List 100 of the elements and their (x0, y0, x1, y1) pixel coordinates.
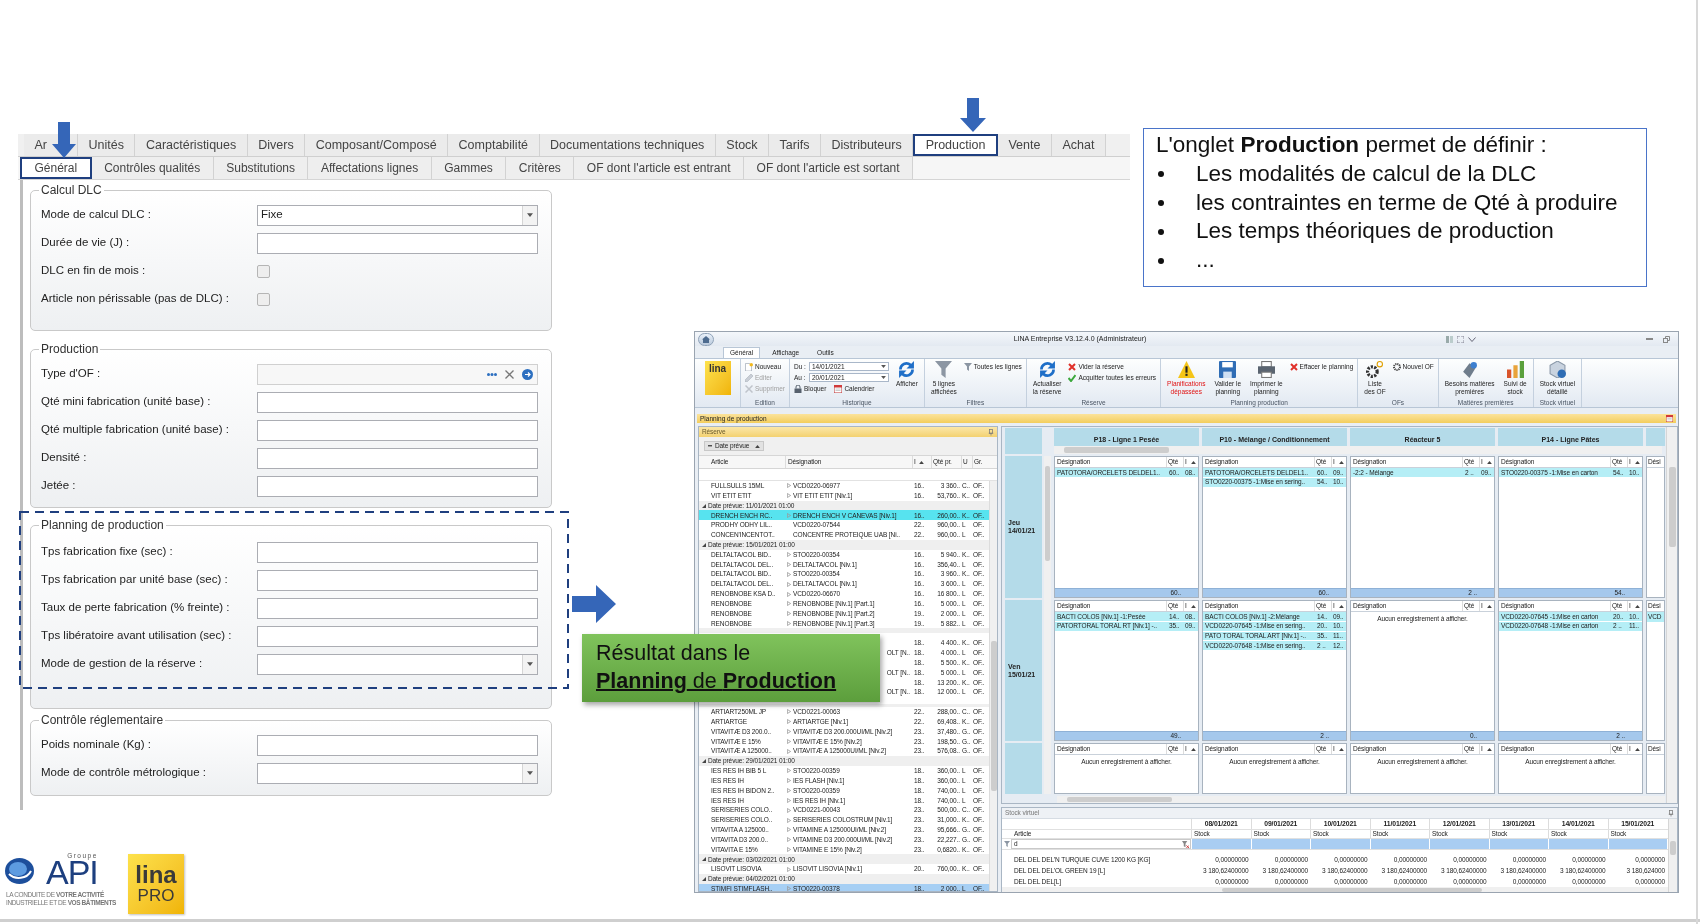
cube-icon (1548, 361, 1566, 378)
scrollbar[interactable] (1002, 887, 1668, 892)
tab[interactable]: Tarifs (769, 134, 821, 156)
row-marker-icon (787, 788, 791, 794)
tab[interactable]: Achat (1051, 134, 1106, 156)
tab[interactable]: Général (20, 157, 92, 179)
row-marker-icon (787, 748, 791, 754)
input-field[interactable] (257, 569, 538, 591)
tab[interactable]: Affectations lignes (308, 157, 432, 179)
scrollbar-thumb[interactable] (1670, 841, 1676, 855)
calendar-icon (834, 384, 843, 393)
sort-arrow-icon (1487, 747, 1492, 751)
dropdown-arrow-icon (881, 365, 886, 368)
filter-cell[interactable] (1310, 839, 1370, 849)
group-title: Production (40, 341, 100, 358)
tab[interactable]: OF dont l'article est sortant (744, 157, 914, 179)
x-mark-icon (1289, 362, 1298, 371)
filter-cell[interactable] (1250, 839, 1310, 849)
product-edition: PRO (137, 887, 175, 905)
tab[interactable]: Vente (997, 134, 1052, 156)
scrollbar[interactable] (1054, 446, 1662, 454)
checkbox[interactable] (257, 292, 270, 306)
tab[interactable]: Stock (715, 134, 770, 156)
tab[interactable]: OF dont l'article est entrant (574, 157, 745, 179)
sort-arrow-icon (918, 460, 924, 464)
checkbox[interactable] (257, 264, 270, 278)
callout-text: Résultat dans le Planning de Production (596, 640, 838, 695)
scrollbar-thumb[interactable] (1064, 447, 1169, 453)
row-marker-icon (787, 483, 791, 489)
filter-cell[interactable] (1548, 839, 1608, 849)
lookup-field[interactable] (257, 363, 538, 385)
row-marker-icon (787, 807, 791, 813)
row-marker-icon (787, 591, 791, 597)
filter-cell[interactable] (1429, 839, 1489, 849)
dropdown-field[interactable] (257, 762, 538, 784)
field-label: Type d'OF : (41, 366, 102, 382)
row-marker-icon (787, 562, 791, 568)
filter-cell[interactable] (1607, 839, 1667, 849)
field-label: Jetée : (41, 478, 77, 494)
scrollbar-thumb[interactable] (1067, 797, 1172, 802)
filter-cell[interactable] (1488, 839, 1548, 849)
input-field[interactable] (257, 447, 538, 469)
sort-arrow-icon (1339, 747, 1344, 751)
input-field[interactable] (257, 391, 538, 413)
tab[interactable]: Divers (247, 134, 306, 156)
filter-cell[interactable] (1369, 839, 1429, 849)
scrollbar-thumb[interactable] (1045, 466, 1050, 561)
tab[interactable]: Documentations techniques (539, 134, 716, 156)
input-field[interactable] (257, 419, 538, 441)
tab[interactable]: Substitutions (213, 157, 309, 179)
app-menu-button[interactable] (698, 332, 714, 346)
sort-arrow-icon (1635, 604, 1640, 608)
input-field[interactable] (257, 475, 538, 497)
input-field[interactable] (257, 625, 538, 647)
filter-cell[interactable] (1191, 839, 1251, 849)
down-arrow-icon (960, 98, 986, 132)
arrow-circle-icon (522, 368, 533, 380)
tab[interactable]: Caractéristiques (135, 134, 248, 156)
row-marker-icon (787, 729, 791, 735)
dropdown-field[interactable]: Fixe (257, 204, 538, 226)
dropdown-field[interactable] (257, 653, 538, 675)
row-marker-icon (787, 621, 791, 626)
note-title: L'onglet Production permet de définir : (1156, 131, 1548, 159)
group-row[interactable] (699, 628, 989, 634)
sort-arrow-icon (755, 444, 761, 448)
scrollbar[interactable] (989, 481, 997, 891)
input-field[interactable] (257, 232, 538, 254)
tab[interactable]: Composant/Composé (305, 134, 449, 156)
scrollbar[interactable] (1668, 819, 1677, 892)
row-marker-icon (787, 886, 791, 891)
scrollbar-thumb[interactable] (1668, 467, 1676, 547)
close-icon (505, 369, 514, 379)
bullet-text: Les temps théoriques de production (1196, 217, 1554, 246)
scrollbar[interactable] (1057, 796, 1665, 803)
tab[interactable]: Contrôles qualités (91, 157, 214, 179)
tab[interactable]: Distributeurs (821, 134, 914, 156)
bullet-text: Les modalités de calcul de la DLC (1196, 159, 1537, 188)
tab[interactable]: Unités (78, 134, 136, 156)
scrollbar-thumb[interactable] (1222, 888, 1482, 892)
ellipsis-icon (487, 372, 497, 376)
scrollbar[interactable] (1666, 427, 1677, 803)
x-mark-icon (1068, 362, 1077, 371)
grid-corner (1005, 428, 1042, 454)
input-field[interactable] (257, 597, 538, 619)
down-arrow-icon (52, 122, 76, 158)
tab[interactable]: Gammes (431, 157, 507, 179)
group-row[interactable] (699, 704, 989, 708)
scrollbar[interactable] (1044, 456, 1051, 794)
tab[interactable]: Production (913, 134, 998, 156)
scrollbar-thumb[interactable] (990, 641, 997, 791)
sphere-logo-icon (5, 858, 34, 884)
tab[interactable]: Comptabilité (448, 134, 540, 156)
input-field[interactable] (257, 734, 538, 756)
row-marker-icon (787, 778, 791, 784)
row-marker-icon (787, 768, 791, 774)
tab[interactable]: Critères (506, 157, 575, 179)
x-mark-icon (745, 384, 753, 393)
sort-arrow-icon (1635, 460, 1640, 464)
input-field[interactable] (257, 541, 538, 563)
sort-arrow-icon (1487, 460, 1492, 464)
